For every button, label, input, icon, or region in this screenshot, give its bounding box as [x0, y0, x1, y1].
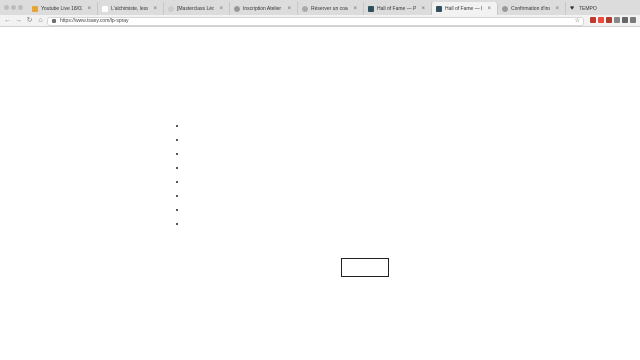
tab-close-icon[interactable]: × [421, 6, 425, 12]
tab-title: Youtube Live 18/03 - Gr [41, 5, 83, 12]
tab-title: Hall of Fame — Pages [445, 5, 482, 12]
extension-icon[interactable] [622, 17, 628, 23]
list-bullet [176, 209, 178, 211]
tab-close-icon[interactable]: × [353, 6, 357, 12]
tab-title: L'alchimiste, lessive Ar [111, 5, 149, 12]
tab-title: [Masterclass Léonard D [177, 5, 215, 12]
menu-icon[interactable] [630, 17, 636, 23]
list-bullet [176, 167, 178, 169]
extension-icon[interactable] [606, 17, 612, 23]
list-bullet [176, 223, 178, 225]
list-bullet [176, 195, 178, 197]
tab-favicon-icon [234, 5, 240, 12]
list-bullet [176, 125, 178, 127]
tab-title: Hall of Fame — Pages [377, 5, 417, 12]
tab-title: Confirmation d'inscripti [511, 5, 551, 12]
tab-favicon-icon [436, 5, 442, 12]
tab-hall-of-fame-1[interactable]: Hall of Fame — Pages × [364, 2, 432, 15]
tab-youtube-live[interactable]: Youtube Live 18/03 - Gr × [28, 2, 98, 15]
tab-inscription-atelier[interactable]: Inscription Atelier Instac × [230, 2, 298, 15]
back-icon[interactable]: ← [3, 16, 12, 25]
extension-icon[interactable] [614, 17, 620, 23]
browser-toolbar: ← → ↻ ⌂ https://www.tsaey.com/lp-spray ☆ [0, 15, 640, 27]
forward-icon[interactable]: → [14, 16, 23, 25]
empty-button[interactable] [341, 258, 389, 277]
tab-close-icon[interactable]: × [287, 6, 291, 12]
tab-masterclass[interactable]: [Masterclass Léonard D × [164, 2, 230, 15]
bookmark-star-icon[interactable]: ☆ [575, 17, 580, 24]
list-bullet [176, 153, 178, 155]
home-icon[interactable]: ⌂ [36, 16, 45, 25]
lock-icon [52, 19, 56, 23]
url-text[interactable]: https://www.tsaey.com/lp-spray [60, 18, 129, 25]
tab-close-icon[interactable]: × [555, 6, 559, 12]
tab-title: TEMPO [579, 5, 597, 12]
address-bar[interactable]: https://www.tsaey.com/lp-spray ☆ [47, 17, 584, 26]
tab-close-icon[interactable]: × [153, 6, 157, 12]
tab-favicon-icon [102, 5, 108, 12]
tab-favicon-icon [368, 5, 374, 12]
reload-icon[interactable]: ↻ [25, 16, 34, 25]
tab-close-icon[interactable]: × [219, 6, 223, 12]
tab-title: Inscription Atelier Instac [243, 5, 282, 12]
list-bullet [176, 139, 178, 141]
tab-confirmation-inscription[interactable]: Confirmation d'inscripti × [498, 2, 566, 15]
tab-strip: Youtube Live 18/03 - Gr × L'alchimiste, … [0, 0, 640, 15]
minimize-window-icon[interactable] [11, 5, 16, 10]
tab-reserver-coaching[interactable]: Réserver un coaching - × [298, 2, 364, 15]
list-bullet [176, 181, 178, 183]
zoom-window-icon[interactable] [18, 5, 23, 10]
tab-favicon-icon [168, 5, 174, 12]
tab-tempo[interactable]: ♥ TEMPO [566, 2, 632, 15]
extension-icon[interactable] [598, 17, 604, 23]
heart-icon: ♥ [570, 4, 575, 12]
tab-close-icon[interactable]: × [87, 6, 91, 12]
close-window-icon[interactable] [4, 5, 9, 10]
page-content [0, 27, 640, 360]
tab-close-icon[interactable]: × [487, 6, 491, 12]
tab-title: Réserver un coaching - [311, 5, 348, 12]
tab-favicon-icon [32, 5, 38, 12]
tab-hall-of-fame-2[interactable]: Hall of Fame — Pages × [432, 2, 498, 15]
tab-favicon-icon [502, 5, 508, 12]
extension-icon[interactable] [590, 17, 596, 23]
tab-favicon-icon [302, 5, 308, 12]
tab-alchimiste[interactable]: L'alchimiste, lessive Ar × [98, 2, 164, 15]
